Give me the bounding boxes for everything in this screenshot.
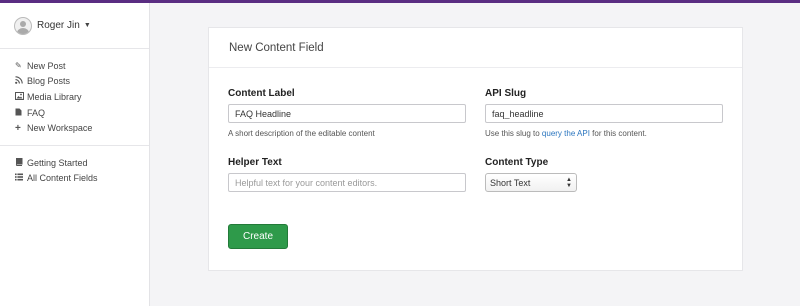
api-slug-input[interactable]	[485, 104, 723, 123]
sidebar-item-label: FAQ	[27, 107, 46, 118]
sidebar-item-new-workspace[interactable]: + New Workspace	[15, 120, 149, 136]
helper-text-input[interactable]	[228, 173, 466, 192]
api-slug-field: API Slug Use this slug to query the API …	[485, 88, 723, 138]
sidebar-item-label: Media Library	[27, 91, 82, 102]
sidebar: Roger Jin ▼ ✎ New Post Blog Posts Media …	[0, 3, 150, 306]
user-menu[interactable]: Roger Jin ▼	[0, 3, 149, 49]
content-type-select[interactable]: Short Text ▲ ▼	[485, 173, 577, 192]
create-button[interactable]: Create	[228, 224, 288, 249]
content-label-input[interactable]	[228, 104, 466, 123]
content-label-label: Content Label	[228, 88, 295, 99]
api-slug-help-suffix: for this content.	[589, 129, 647, 138]
sidebar-item-label: New Post	[27, 60, 66, 71]
api-slug-label: API Slug	[485, 88, 527, 99]
avatar	[14, 16, 32, 35]
sidebar-item-label: All Content Fields	[27, 173, 98, 184]
content-type-field: Content Type Short Text ▲ ▼	[485, 157, 577, 192]
primary-nav: ✎ New Post Blog Posts Media Library FAQ …	[0, 49, 149, 146]
main-content: New Content Field Content Label A short …	[150, 3, 800, 306]
sidebar-item-all-content-fields[interactable]: All Content Fields	[15, 171, 149, 187]
api-slug-help-prefix: Use this slug to	[485, 129, 542, 138]
new-content-field-card: New Content Field Content Label A short …	[208, 27, 743, 271]
user-name: Roger Jin	[37, 20, 80, 31]
book-icon	[15, 157, 27, 168]
image-icon	[15, 91, 27, 102]
document-icon	[15, 108, 27, 118]
pencil-icon: ✎	[15, 61, 22, 71]
content-label-help: A short description of the editable cont…	[228, 129, 375, 138]
sidebar-item-media-library[interactable]: Media Library	[15, 89, 149, 105]
content-label-field: Content Label A short description of the…	[228, 88, 466, 138]
content-type-value: Short Text	[490, 177, 531, 188]
card-title: New Content Field	[209, 28, 742, 68]
plus-icon: +	[15, 122, 21, 134]
helper-text-label: Helper Text	[228, 157, 282, 168]
query-api-link[interactable]: query the API	[542, 129, 590, 138]
secondary-nav: Getting Started All Content Fields	[0, 146, 149, 195]
rss-icon	[15, 76, 27, 86]
sidebar-item-label: Blog Posts	[27, 76, 71, 87]
sidebar-item-label: New Workspace	[27, 123, 93, 134]
caret-down-icon: ▼	[83, 22, 91, 29]
sidebar-item-faq[interactable]: FAQ	[15, 105, 149, 121]
sidebar-item-blog-posts[interactable]: Blog Posts	[15, 74, 149, 90]
sidebar-item-new-post[interactable]: ✎ New Post	[15, 58, 149, 74]
sidebar-item-getting-started[interactable]: Getting Started	[15, 155, 149, 171]
sidebar-item-label: Getting Started	[27, 157, 88, 168]
list-icon	[15, 173, 27, 183]
content-type-label: Content Type	[485, 157, 549, 168]
select-arrows-icon: ▲ ▼	[566, 176, 572, 189]
helper-text-field: Helper Text	[228, 157, 466, 192]
api-slug-help: Use this slug to query the API for this …	[485, 129, 723, 138]
